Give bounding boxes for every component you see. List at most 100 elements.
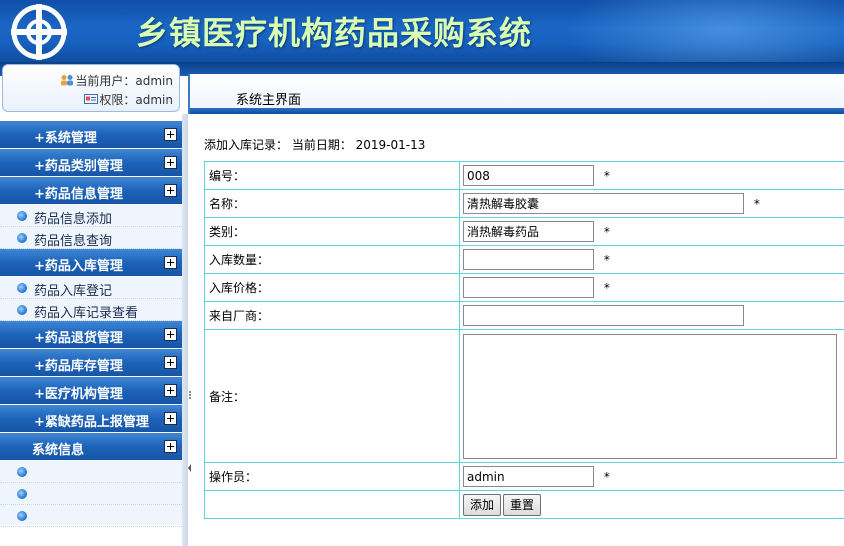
sidebar-splitter[interactable] [182, 114, 188, 546]
remark-cell [459, 329, 844, 463]
expand-icon[interactable] [164, 356, 177, 369]
bullet-icon [17, 233, 27, 243]
code-label: 编号： [204, 161, 460, 190]
vendor-label: 来自厂商： [204, 301, 460, 330]
current-user-label: 当前用户：admin [75, 74, 173, 88]
menu-drug-category[interactable]: +药品类别管理 [0, 149, 182, 176]
form-row-code: 编号： * [204, 161, 844, 190]
menu-item-label: 药品入库记录查看 [34, 306, 139, 321]
menu-label: 药品类别管理 [44, 159, 123, 174]
menu-item-stock-in-records[interactable]: 药品入库记录查看 [0, 299, 182, 321]
price-cell: * [459, 273, 844, 302]
reset-button[interactable]: 重置 [503, 493, 542, 516]
category-label: 类别： [204, 217, 460, 246]
bullet-icon [17, 283, 27, 293]
price-input[interactable] [463, 277, 594, 298]
vendor-input[interactable] [463, 305, 744, 326]
system-info-panel [0, 461, 182, 527]
menu-drug-stock-in[interactable]: +药品入库管理 [0, 249, 182, 276]
menu-label: 药品库存管理 [44, 359, 123, 374]
quantity-cell: * [459, 245, 844, 274]
name-input[interactable] [463, 193, 744, 214]
menu-drug-info[interactable]: +药品信息管理 [0, 177, 182, 204]
menu-label: 医疗机构管理 [44, 387, 123, 402]
role-label: 权限：admin [99, 93, 173, 107]
operator-label: 操作员： [204, 462, 460, 491]
add-button[interactable]: 添加 [463, 493, 502, 516]
menu-item-drug-query[interactable]: 药品信息查询 [0, 227, 182, 249]
system-info-item[interactable] [0, 505, 182, 527]
expand-icon[interactable] [164, 128, 177, 141]
form-row-category: 类别： * [204, 217, 844, 246]
tab-underline [190, 108, 844, 114]
required-mark: * [753, 196, 760, 211]
actions-label-cell [204, 490, 460, 519]
user-role: 权限：admin [84, 91, 173, 108]
category-cell: * [459, 217, 844, 246]
menu-item-stock-in-register[interactable]: 药品入库登记 [0, 277, 182, 299]
code-cell: * [459, 161, 844, 190]
collapse-arrow-icon[interactable] [187, 380, 193, 480]
remark-label: 备注： [204, 329, 460, 463]
operator-cell: * [459, 462, 844, 491]
form-row-operator: 操作员： * [204, 462, 844, 491]
remark-textarea[interactable] [463, 334, 837, 459]
operator-input[interactable] [463, 466, 594, 487]
quantity-input[interactable] [463, 249, 594, 270]
menu-medical-institution[interactable]: +医疗机构管理 [0, 377, 182, 404]
form-row-actions: 添加 重置 [204, 490, 844, 519]
expand-icon[interactable] [164, 384, 177, 397]
stock-in-form: 编号： * 名称： * 类别： * 入库数量： * [204, 161, 844, 519]
sidebar: +系统管理 +药品类别管理 +药品信息管理 药品信息添加 药品信息查询 +药品入… [0, 121, 182, 531]
id-card-icon [84, 94, 99, 104]
menu-label: 紧缺药品上报管理 [44, 415, 149, 430]
actions-cell: 添加 重置 [459, 490, 844, 519]
header-glow [564, 0, 844, 62]
name-label: 名称： [204, 189, 460, 218]
user-info-panel: 当前用户：admin 权限：admin [2, 64, 180, 112]
bullet-icon [17, 211, 27, 221]
menu-item-label: 药品信息添加 [34, 212, 113, 227]
menu-label: 药品信息管理 [44, 187, 123, 202]
expand-icon[interactable] [164, 184, 177, 197]
required-mark: * [603, 469, 610, 484]
price-label: 入库价格： [204, 273, 460, 302]
menu-label: 药品退货管理 [44, 331, 123, 346]
expand-icon[interactable] [164, 412, 177, 425]
menu-item-label: 药品入库登记 [34, 284, 113, 299]
menu-system-management[interactable]: +系统管理 [0, 121, 182, 148]
bullet-icon [17, 305, 27, 315]
required-mark: * [603, 224, 610, 239]
expand-icon[interactable] [164, 328, 177, 341]
form-row-price: 入库价格： * [204, 273, 844, 302]
expand-icon[interactable] [164, 156, 177, 169]
current-user: 当前用户：admin [60, 72, 173, 89]
form-row-remark: 备注： [204, 329, 844, 463]
main-tab-bar: 系统主界面 [188, 74, 844, 114]
expand-icon[interactable] [164, 256, 177, 269]
required-mark: * [603, 168, 610, 183]
menu-label: 药品入库管理 [44, 259, 123, 274]
menu-system-info[interactable]: 系统信息 [0, 433, 182, 460]
system-info-item[interactable] [0, 483, 182, 505]
code-input[interactable] [463, 165, 594, 186]
menu-label: 系统管理 [44, 131, 97, 146]
system-info-item[interactable] [0, 461, 182, 483]
bullet-icon [17, 489, 27, 499]
menu-drug-inventory[interactable]: +药品库存管理 [0, 349, 182, 376]
menu-shortage-report[interactable]: +紧缺药品上报管理 [0, 405, 182, 432]
form-heading: 添加入库记录： 当前日期： 2019-01-13 [204, 138, 426, 152]
vendor-cell [459, 301, 844, 330]
tab-system-main[interactable]: 系统主界面 [236, 89, 301, 108]
app-title: 乡镇医疗机构药品采购系统 [136, 14, 533, 52]
bullet-icon [17, 511, 27, 521]
app-header: 乡镇医疗机构药品采购系统 [0, 0, 844, 62]
category-input[interactable] [463, 221, 594, 242]
menu-item-drug-add[interactable]: 药品信息添加 [0, 205, 182, 227]
form-row-quantity: 入库数量： * [204, 245, 844, 274]
menu-item-label: 药品信息查询 [34, 234, 113, 249]
form-row-name: 名称： * [204, 189, 844, 218]
expand-icon[interactable] [164, 440, 177, 453]
menu-drug-return[interactable]: +药品退货管理 [0, 321, 182, 348]
quantity-label: 入库数量： [204, 245, 460, 274]
